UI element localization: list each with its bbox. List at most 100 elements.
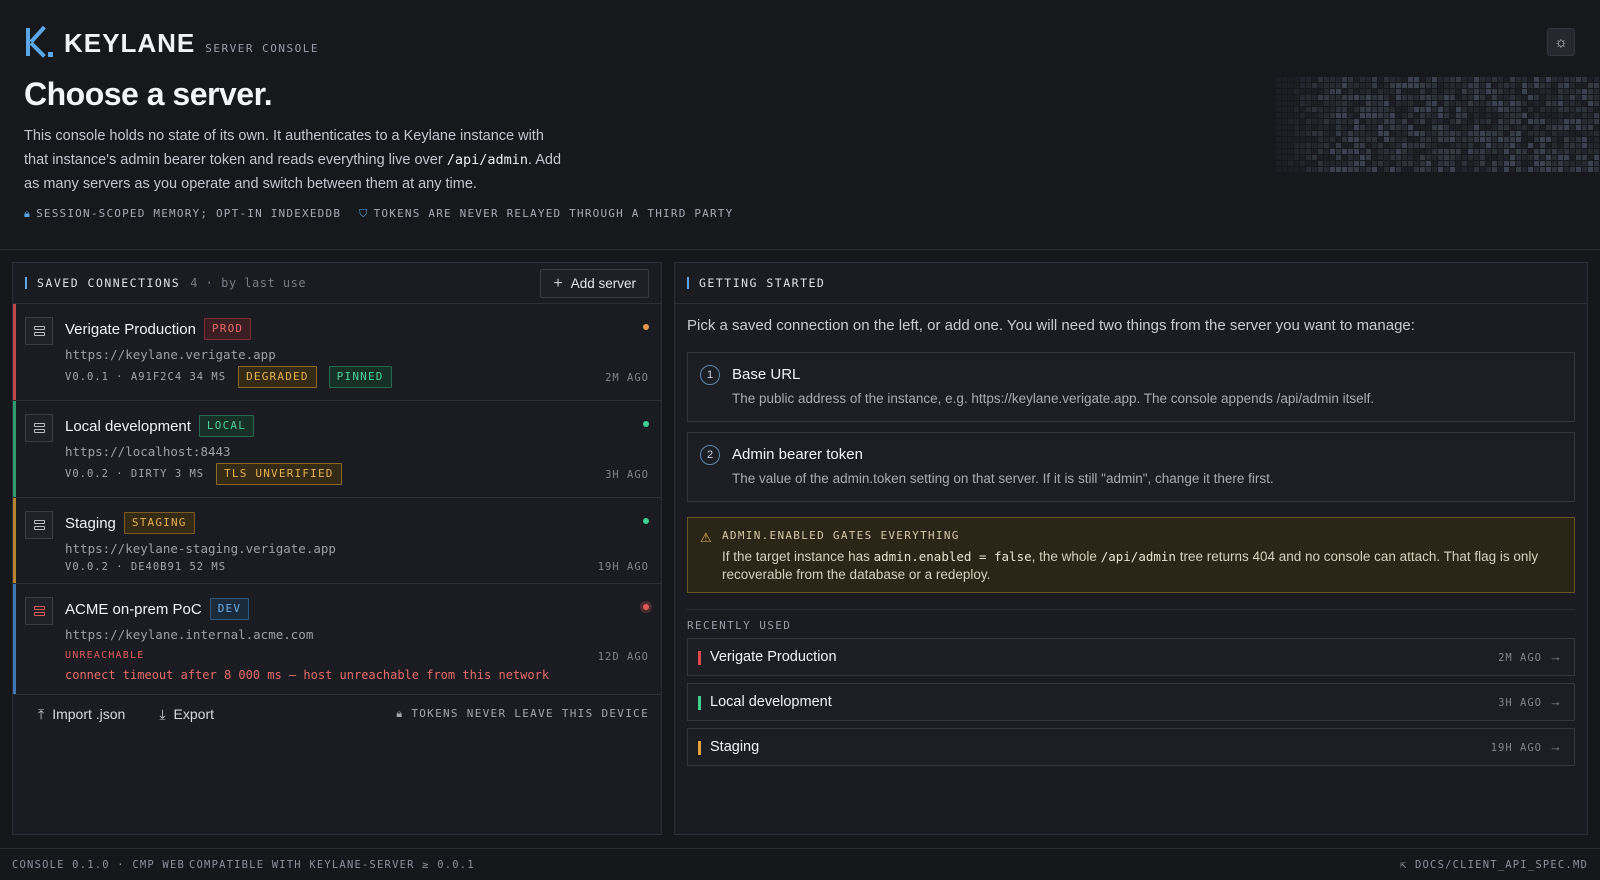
- unreachable-status: UNREACHABLE: [65, 650, 145, 661]
- env-tag: PROD: [203, 318, 252, 340]
- env-stripe: [13, 401, 16, 497]
- note-memory: 🔒︎ SESSION-SCOPED MEMORY; OPT-IN INDEXEDD…: [24, 207, 342, 220]
- connection-item[interactable]: ACME on-prem PoC DEV https://keylane.inte…: [13, 584, 661, 695]
- version-info: V0.0.2 · DE40B91 52 MS: [65, 561, 227, 573]
- connection-url: https://keylane.verigate.app: [65, 347, 276, 362]
- last-used: 19H AGO: [597, 561, 649, 573]
- panel-title: SAVED CONNECTIONS: [37, 276, 181, 290]
- lock-icon: 🔒︎: [24, 207, 32, 220]
- status-dot: [643, 604, 649, 610]
- connection-url: https://keylane.internal.acme.com: [65, 627, 314, 642]
- arrow-right-icon: →: [1549, 694, 1562, 709]
- env-tag: DEV: [209, 598, 250, 620]
- last-used: 12D AGO: [597, 651, 649, 663]
- env-marker: [698, 651, 701, 665]
- panel-title: GETTING STARTED: [699, 276, 826, 290]
- sun-icon: ☼: [1554, 33, 1568, 51]
- compatibility-note: COMPATIBLE WITH KEYLANE-SERVER ≥ 0.0.1: [189, 859, 475, 871]
- warning-body: If the target instance has admin.enabled…: [722, 549, 1539, 582]
- warning-title: ADMIN.ENABLED GATES EVERYTHING: [722, 529, 960, 542]
- env-marker: [698, 696, 701, 710]
- connection-name: ACME on-prem PoC: [65, 600, 202, 618]
- import-json-button[interactable]: ⤒ Import .json: [38, 706, 125, 723]
- getting-started-panel: GETTING STARTED Pick a saved connection …: [674, 262, 1588, 835]
- arrow-right-icon: →: [1549, 739, 1562, 754]
- saved-connections-header: SAVED CONNECTIONS 4 · by last use + Add …: [13, 263, 661, 304]
- server-icon: [25, 511, 53, 539]
- hero-header: KEYLANE SERVER CONSOLE ☼ Choose a server…: [0, 0, 1600, 250]
- connection-url: https://localhost:8443: [65, 444, 231, 459]
- recent-name: Verigate Production: [710, 649, 837, 665]
- intro-text: Pick a saved connection on the left, or …: [687, 317, 1415, 334]
- step-number: 1: [700, 365, 720, 385]
- connection-item[interactable]: Local development LOCAL https://localhost…: [13, 401, 661, 498]
- last-used: 3H AGO: [605, 469, 649, 481]
- plus-icon: +: [553, 274, 563, 292]
- status-dot: [643, 421, 649, 427]
- step-title: Admin bearer token: [732, 446, 863, 463]
- status-footer: CONSOLE 0.1.0 · CMP WEB COMPATIBLE WITH …: [0, 848, 1600, 880]
- status-dot: [643, 518, 649, 524]
- recent-name: Staging: [710, 739, 760, 755]
- page-title: Choose a server.: [24, 76, 273, 112]
- device-security-note: 🔒︎ TOKENS NEVER LEAVE THIS DEVICE: [396, 707, 649, 720]
- recently-used-label: RECENTLY USED: [687, 619, 792, 632]
- env-stripe: [13, 498, 16, 583]
- connection-url: https://keylane-staging.verigate.app: [65, 541, 336, 556]
- recent-item[interactable]: Local development 3H AGO →: [687, 683, 1575, 721]
- download-icon: ⤓: [159, 705, 166, 722]
- env-tag: LOCAL: [198, 415, 255, 437]
- version-info: V0.0.2 · DIRTY 3 MS: [65, 468, 205, 480]
- upload-icon: ⤒: [38, 705, 45, 722]
- env-stripe: [13, 304, 16, 400]
- last-used: 2M AGO: [605, 372, 649, 384]
- brand-name: KEYLANE: [64, 28, 196, 58]
- recent-name: Local development: [710, 694, 832, 710]
- env-marker: [698, 741, 701, 755]
- version-info: V0.0.1 · A91F2C4 34 MS: [65, 371, 227, 383]
- saved-connections-panel: SAVED CONNECTIONS 4 · by last use + Add …: [12, 262, 662, 835]
- saved-connections-footer: ⤒ Import .json ⤓ Export 🔒︎ TOKENS NEVER …: [13, 688, 661, 740]
- recent-item[interactable]: Verigate Production 2M AGO →: [687, 638, 1575, 676]
- recent-item[interactable]: Staging 19H AGO →: [687, 728, 1575, 766]
- status-dot: [643, 324, 649, 330]
- page-description: This console holds no state of its own. …: [24, 128, 562, 192]
- step-title: Base URL: [732, 366, 801, 383]
- getting-started-header: GETTING STARTED: [675, 263, 1587, 304]
- degraded-badge: DEGRADED: [238, 366, 317, 388]
- step-description: The value of the admin.token setting on …: [732, 471, 1274, 486]
- error-message: connect timeout after 8 000 ms — host un…: [65, 668, 550, 682]
- shield-icon: ⛉: [359, 207, 369, 220]
- external-link-icon: ⇱: [1399, 859, 1415, 871]
- connection-count: 4 · by last use: [190, 276, 307, 290]
- decorative-grid: [1275, 76, 1600, 172]
- server-icon: [25, 414, 53, 442]
- pinned-badge: PINNED: [328, 366, 392, 388]
- step-admin-token: 2 Admin bearer token The value of the ad…: [687, 432, 1575, 502]
- note-relay: ⛉ TOKENS ARE NEVER RELAYED THROUGH A THIR…: [359, 207, 734, 220]
- export-button[interactable]: ⤓ Export: [159, 706, 214, 723]
- docs-link[interactable]: ⇱ DOCS/CLIENT_API_SPEC.MD: [1400, 859, 1588, 871]
- tls-unverified-badge: TLS UNVERIFIED: [216, 463, 342, 485]
- recent-time: 2M AGO: [1498, 652, 1542, 664]
- env-tag: STAGING: [123, 512, 195, 534]
- step-base-url: 1 Base URL The public address of the ins…: [687, 352, 1575, 422]
- env-stripe: [13, 584, 16, 694]
- connection-name: Local development: [65, 417, 191, 435]
- connection-item[interactable]: Staging STAGING https://keylane-staging.v…: [13, 498, 661, 584]
- theme-toggle-button[interactable]: ☼: [1547, 28, 1575, 56]
- step-number: 2: [700, 445, 720, 465]
- connection-name: Staging: [65, 514, 116, 532]
- step-description: The public address of the instance, e.g.…: [732, 391, 1375, 406]
- admin-enabled-warning: ⚠ ADMIN.ENABLED GATES EVERYTHING If the …: [687, 517, 1575, 593]
- server-error-icon: [25, 597, 53, 625]
- warning-icon: ⚠: [700, 530, 712, 545]
- security-notes: 🔒︎ SESSION-SCOPED MEMORY; OPT-IN INDEXEDD…: [24, 207, 733, 221]
- add-server-button[interactable]: + Add server: [540, 269, 649, 298]
- connection-item[interactable]: Verigate Production PROD https://keylane.…: [13, 304, 661, 401]
- arrow-right-icon: →: [1549, 649, 1562, 664]
- connection-name: Verigate Production: [65, 320, 196, 338]
- keylane-logo-icon: [24, 25, 54, 58]
- recent-time: 3H AGO: [1498, 697, 1542, 709]
- recent-time: 19H AGO: [1490, 742, 1542, 754]
